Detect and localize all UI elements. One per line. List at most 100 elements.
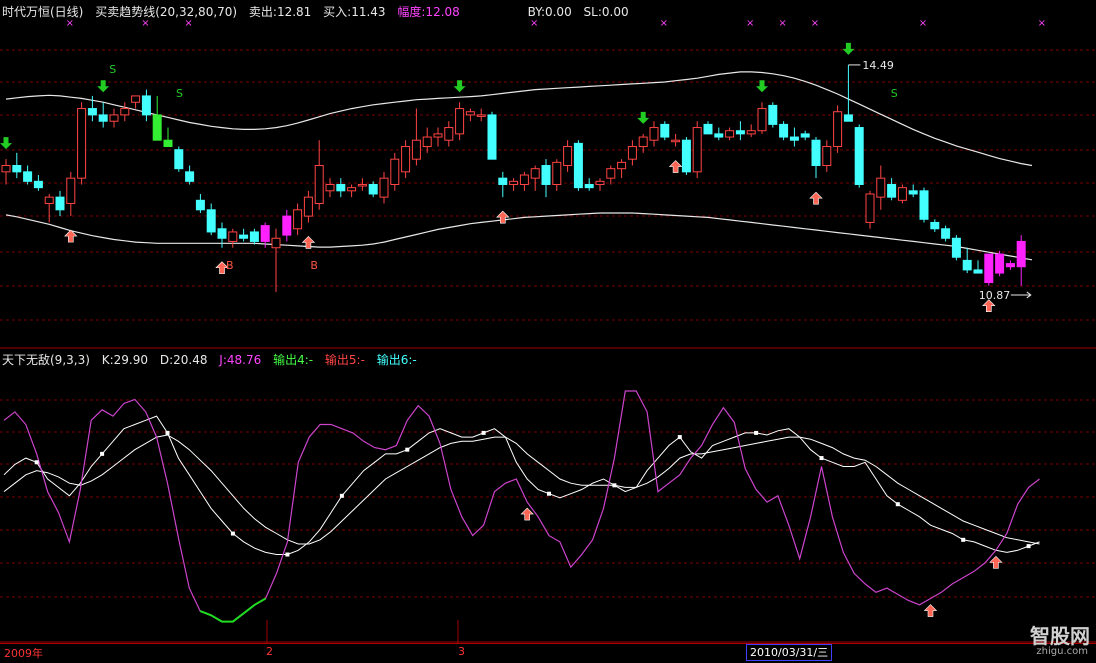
candle-body-55 (595, 180, 605, 185)
candle-body-70 (757, 108, 767, 132)
top-signal-mark-7: × (811, 18, 819, 29)
candle-body-27 (293, 209, 303, 230)
output6-label: 输出6:- (376, 353, 417, 367)
kdj-marker-dot-10 (677, 435, 682, 440)
price-panel-header: 时代万恒(日线) 买卖趋势线(20,32,80,70) 卖出:12.81 买入:… (2, 5, 637, 19)
candle-body-25 (271, 237, 281, 249)
candle-body-32 (347, 187, 357, 192)
candle-body-10 (109, 114, 119, 122)
kdj-line-J (3, 390, 1040, 623)
price-sell-arrow-5 (842, 42, 855, 55)
candle-body-53 (573, 142, 583, 189)
candle-body-56 (606, 168, 616, 179)
range-label: 幅度:12.08 (397, 5, 460, 19)
candle-body-65 (703, 123, 713, 135)
top-signal-mark-1: × (141, 18, 149, 29)
price-sell-arrow-0 (0, 137, 12, 150)
candle-body-94 (1016, 240, 1026, 268)
candle-body-13 (141, 95, 151, 116)
low-price-label: 10.87 (979, 289, 1011, 302)
candle-body-6 (66, 177, 76, 204)
candle-body-92 (995, 253, 1005, 274)
candle-body-72 (779, 123, 789, 138)
candle-body-15 (163, 139, 173, 148)
buy-signal-letter-1: B (310, 259, 318, 272)
candle-body-59 (638, 136, 648, 148)
kdj-marker-dot-0 (34, 460, 39, 465)
candle-body-4 (44, 196, 54, 204)
candle-body-67 (725, 130, 735, 138)
sell-signal-letter-2: S (891, 87, 898, 100)
lower-trend-band (5, 212, 1033, 261)
kdj-marker-dot-3 (230, 531, 235, 536)
time-label-2: 2 (266, 645, 273, 658)
candle-body-18 (195, 199, 205, 211)
candle-body-86 (930, 221, 940, 230)
time-label-2009: 2009年 (4, 647, 43, 660)
kdj-marker-dot-5 (339, 493, 344, 498)
candle-body-21 (228, 231, 238, 242)
kdj-marker-dot-2 (165, 430, 170, 435)
candle-body-41 (444, 127, 454, 141)
candle-body-20 (217, 228, 227, 239)
indicator-panel-header: 天下无敌(9,3,3) K:29.90 D:20.48 J:48.76 输出4:… (2, 353, 425, 367)
candle-body-87 (941, 228, 951, 239)
candle-body-43 (465, 111, 475, 116)
output5-label: 输出5:- (324, 353, 365, 367)
candle-body-39 (422, 136, 432, 148)
time-axis-bar[interactable]: 2009年 2 3 2010/03/31/三 (0, 643, 1096, 663)
candle-body-19 (206, 209, 216, 233)
top-signal-mark-3: × (530, 18, 538, 29)
indicator-name[interactable]: 买卖趋势线(20,32,80,70) (95, 5, 237, 19)
candle-body-88 (951, 237, 961, 258)
candle-body-60 (649, 127, 659, 141)
kdj-indicator-name[interactable]: 天下无敌(9,3,3) (2, 353, 90, 367)
candle-body-12 (131, 95, 141, 103)
candle-body-61 (660, 123, 670, 138)
candle-body-26 (282, 215, 292, 236)
kdj-marker-dot-1 (100, 451, 105, 456)
top-signal-mark-0: × (66, 18, 74, 29)
candle-body-17 (185, 171, 195, 182)
candle-body-34 (368, 183, 378, 195)
stock-name[interactable]: 时代万恒(日线) (2, 5, 83, 19)
candle-body-80 (865, 193, 875, 223)
watermark-logo: 智股网 (1030, 624, 1090, 648)
candle-body-79 (854, 127, 864, 185)
candle-body-35 (379, 177, 389, 198)
candle-body-71 (768, 104, 778, 125)
candle-body-24 (260, 225, 270, 242)
candle-body-49 (530, 168, 540, 179)
candle-body-5 (55, 196, 65, 211)
candle-body-90 (973, 269, 983, 274)
chart-window: S S S B B 14.49 10.87 × × × × × × × × × × 时代万恒(日线) 买卖趋势线… (0, 0, 1096, 663)
candle-body-33 (357, 183, 367, 187)
candle-body-45 (487, 114, 497, 160)
top-signal-mark-5: × (746, 18, 754, 29)
candle-body-36 (390, 158, 400, 185)
candle-body-74 (800, 133, 810, 138)
kdj-marker-dot-8 (547, 491, 551, 496)
candle-body-78 (843, 114, 853, 122)
candle-body-89 (962, 259, 972, 271)
top-signal-mark-4: × (660, 18, 668, 29)
kdj-marker-dot-13 (895, 502, 900, 507)
candle-body-47 (509, 180, 519, 185)
candle-body-75 (811, 139, 821, 167)
kdj-buy-arrow-1 (923, 604, 938, 617)
candle-body-93 (1005, 263, 1015, 268)
buy-price-label: 买入:11.43 (323, 5, 386, 19)
buy-signal-letter-0: B (226, 259, 234, 272)
kdj-marker-dot-15 (1026, 544, 1031, 549)
candle-body-77 (833, 111, 843, 148)
candle-body-46 (498, 177, 508, 185)
candle-body-23 (249, 231, 259, 242)
low-marker-arrow (1010, 291, 1032, 299)
kdj-marker-dot-4 (285, 552, 290, 557)
top-signal-mark-2: × (184, 18, 192, 29)
candle-body-28 (303, 196, 313, 217)
top-signal-mark-8: × (919, 18, 927, 29)
candle-body-3 (33, 180, 43, 189)
candle-body-7 (77, 108, 87, 179)
candle-body-16 (174, 149, 184, 170)
